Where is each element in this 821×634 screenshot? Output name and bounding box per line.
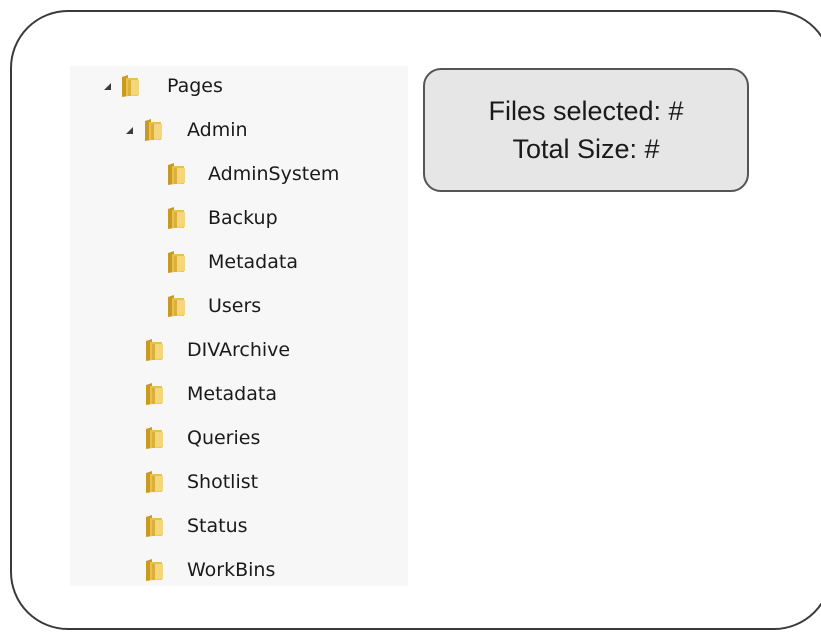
folder-tree: Pages Admin AdminSystem Backup Metadata …: [70, 66, 408, 586]
tree-item-label: Users: [208, 295, 262, 317]
folder-icon: [166, 294, 186, 318]
tree-item-admin[interactable]: Admin: [70, 114, 370, 146]
tree-item-label: Metadata: [187, 383, 277, 405]
folder-icon: [166, 162, 186, 186]
tree-item-backup[interactable]: Backup: [70, 202, 390, 234]
tree-item-queries[interactable]: Queries: [70, 422, 390, 454]
tree-item-metadata[interactable]: Metadata: [70, 378, 390, 410]
tree-item-pages[interactable]: Pages: [70, 70, 370, 102]
folder-icon: [166, 206, 186, 230]
folder-icon: [144, 426, 164, 450]
tree-item-users[interactable]: Users: [70, 290, 390, 322]
tree-item-metadata-admin[interactable]: Metadata: [70, 246, 390, 278]
folder-icon: [144, 558, 164, 582]
tree-item-label: Shotlist: [187, 471, 259, 493]
selection-info-panel: Files selected: # Total Size: #: [423, 68, 749, 192]
folder-icon: [143, 118, 163, 142]
folder-icon: [120, 74, 140, 98]
tree-item-adminsystem[interactable]: AdminSystem: [70, 158, 390, 190]
tree-item-label: DIVArchive: [187, 339, 291, 361]
tree-item-label: WorkBins: [187, 559, 276, 581]
tree-item-label: Metadata: [208, 251, 298, 273]
tree-item-label: Admin: [187, 119, 248, 141]
files-selected-text: Files selected: #: [488, 96, 684, 126]
expanded-arrow-icon[interactable]: [126, 127, 133, 134]
folder-icon: [166, 250, 186, 274]
tree-item-divarchive[interactable]: DIVArchive: [70, 334, 390, 366]
tree-item-label: Backup: [208, 207, 278, 229]
folder-icon: [144, 470, 164, 494]
tree-item-label: Status: [187, 515, 248, 537]
tree-item-label: AdminSystem: [208, 163, 340, 185]
folder-icon: [144, 338, 164, 362]
folder-icon: [144, 382, 164, 406]
tree-item-workbins[interactable]: WorkBins: [70, 554, 390, 586]
tree-item-shotlist[interactable]: Shotlist: [70, 466, 390, 498]
folder-icon: [144, 514, 164, 538]
expanded-arrow-icon[interactable]: [104, 83, 111, 90]
tree-item-status[interactable]: Status: [70, 510, 390, 542]
tree-item-label: Pages: [167, 75, 223, 97]
tree-item-label: Queries: [187, 427, 261, 449]
total-size-text: Total Size: #: [512, 134, 660, 164]
